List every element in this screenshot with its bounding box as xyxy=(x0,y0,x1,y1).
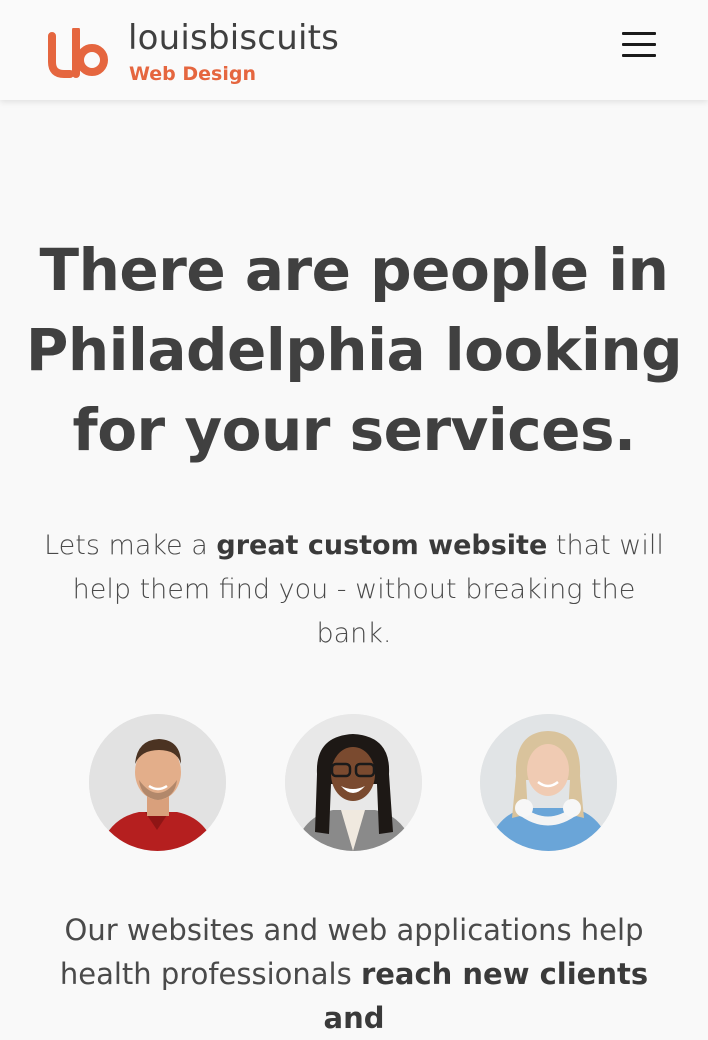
intro-paragraph: Our websites and web applications help h… xyxy=(30,908,678,1040)
hero-subtext-highlight: great custom website xyxy=(216,530,548,561)
avatar-woman-glasses xyxy=(285,714,422,851)
menu-bar-middle xyxy=(622,43,656,46)
avatar-man-red-shirt xyxy=(89,714,226,851)
brand-tagline: Web Design xyxy=(129,63,256,85)
client-avatars xyxy=(0,714,708,852)
hero-subtext: Lets make a great custom website that wi… xyxy=(40,524,668,656)
logo-home-link[interactable]: louisbiscuits Web Design xyxy=(46,18,366,88)
hero-subtext-start: Lets make a xyxy=(44,530,217,561)
hero-title: There are people in Philadelphia looking… xyxy=(25,236,683,464)
lb-monogram-logo-icon xyxy=(48,28,108,78)
hamburger-menu-button[interactable] xyxy=(614,26,662,64)
brand-name: louisbiscuits xyxy=(128,18,340,58)
menu-bar-bottom xyxy=(622,54,656,57)
site-header: louisbiscuits Web Design xyxy=(0,0,708,100)
avatar-woman-headphones xyxy=(480,714,617,851)
menu-bar-top xyxy=(622,32,656,35)
intro-text-highlight: reach new clients and xyxy=(323,957,649,1035)
